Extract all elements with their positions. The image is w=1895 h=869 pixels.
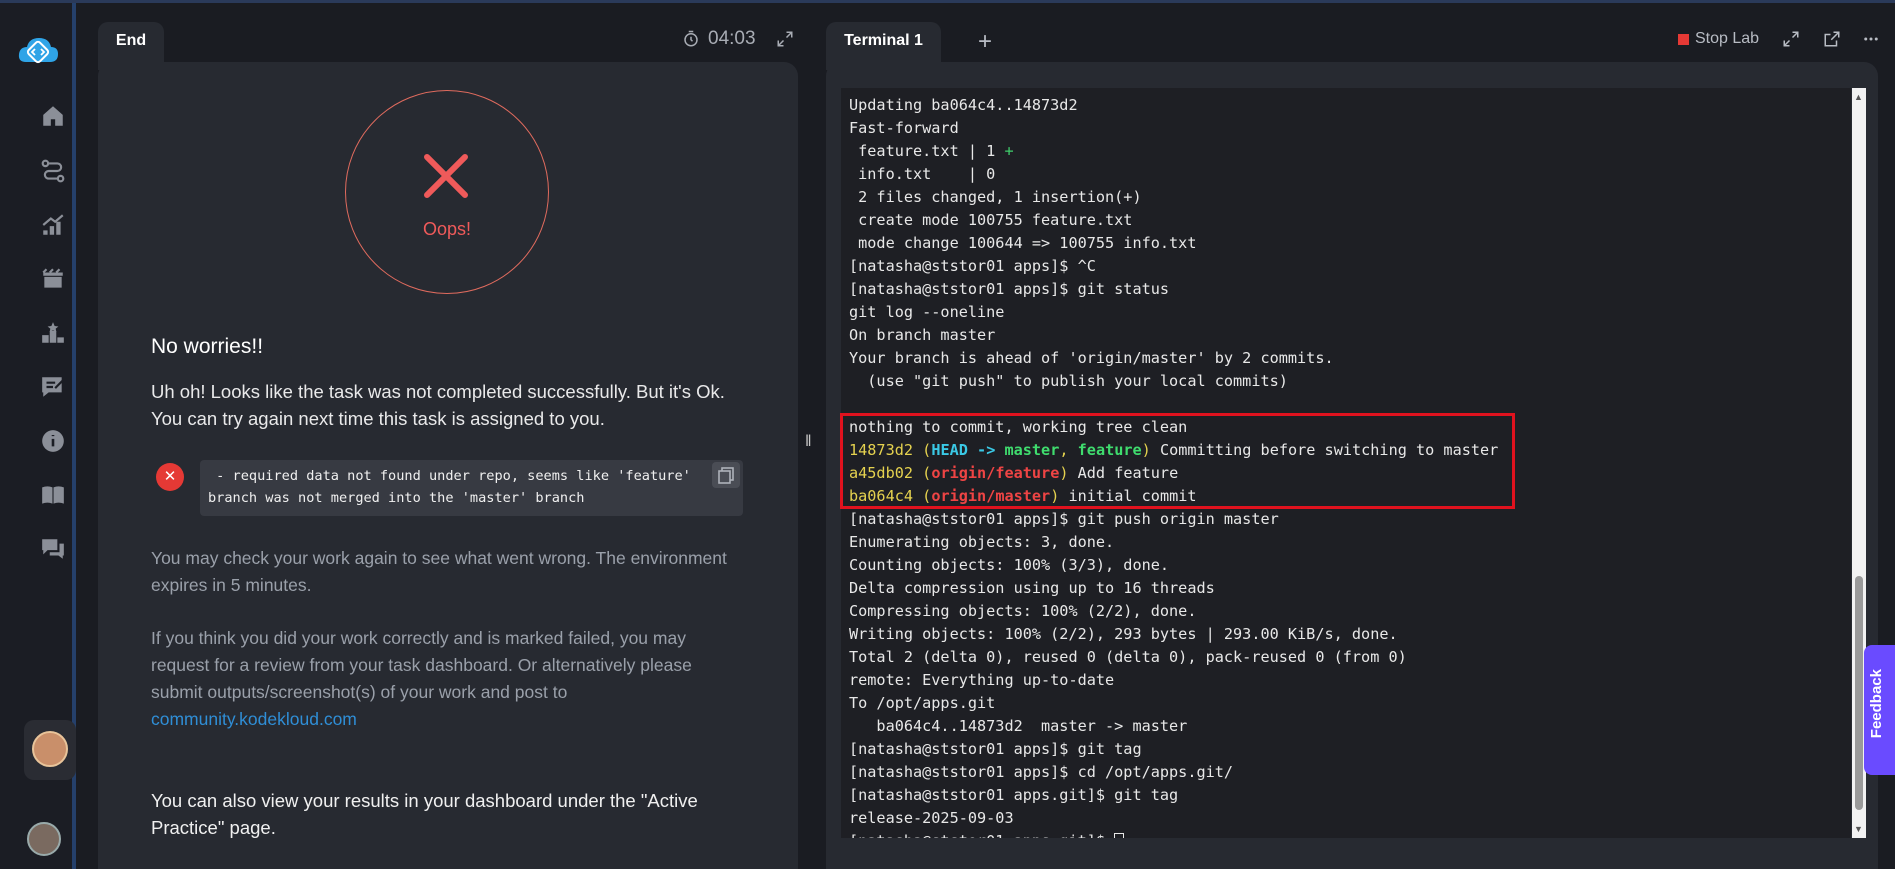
roadmap-icon[interactable] bbox=[40, 158, 66, 184]
terminal-line: [natasha@ststor01 apps]$ ^C bbox=[849, 257, 1096, 275]
stop-lab-label: Stop Lab bbox=[1695, 30, 1760, 47]
terminal-line: Your branch is ahead of 'origin/master' … bbox=[849, 349, 1334, 367]
leaderboard-icon[interactable] bbox=[40, 320, 66, 346]
tab-terminal-1[interactable]: Terminal 1 bbox=[826, 22, 941, 70]
terminal-line: ba064c4..14873d2 master -> master bbox=[849, 717, 1188, 735]
terminal-line: release-2025-09-03 bbox=[849, 809, 1014, 827]
terminal-line: Delta compression using up to 16 threads bbox=[849, 579, 1215, 597]
terminal-line: [natasha@ststor01 apps.git]$ bbox=[849, 830, 1498, 838]
top-border bbox=[0, 0, 1895, 3]
cursor bbox=[1114, 833, 1125, 838]
progress-icon[interactable] bbox=[40, 212, 66, 238]
timer: 04:03 bbox=[682, 28, 756, 50]
terminal-line: git log --oneline bbox=[849, 303, 1005, 321]
notes-icon[interactable] bbox=[40, 374, 66, 400]
terminal-line: Writing objects: 100% (2/2), 293 bytes |… bbox=[849, 625, 1398, 643]
error-close-icon: ✕ bbox=[156, 463, 184, 491]
kodekloud-logo-icon[interactable] bbox=[16, 32, 60, 72]
terminal-line: Updating ba064c4..14873d2 bbox=[849, 96, 1078, 114]
terminal-line: info.txt | 0 bbox=[849, 165, 996, 183]
scroll-thumb[interactable] bbox=[1855, 576, 1863, 810]
fail-x-icon bbox=[424, 154, 468, 198]
tab-end[interactable]: End bbox=[98, 22, 164, 70]
terminal-line: Compressing objects: 100% (2/2), done. bbox=[849, 602, 1197, 620]
mascot-avatar-image bbox=[32, 731, 68, 767]
mascot-avatar[interactable] bbox=[24, 720, 76, 780]
add-terminal-button[interactable]: + bbox=[978, 28, 992, 56]
stopwatch-icon bbox=[684, 30, 698, 47]
open-external-icon[interactable] bbox=[1823, 30, 1841, 48]
timer-value: 04:03 bbox=[708, 28, 756, 49]
terminal-line: [natasha@ststor01 apps]$ git push origin… bbox=[849, 510, 1279, 528]
terminal-line: Total 2 (delta 0), reused 0 (delta 0), p… bbox=[849, 648, 1407, 666]
expand-icon[interactable] bbox=[1782, 30, 1800, 48]
info-icon[interactable] bbox=[40, 428, 66, 454]
highlight-box bbox=[840, 413, 1515, 509]
dashboard-text: You can also view your results in your d… bbox=[151, 790, 698, 838]
chat-icon[interactable] bbox=[40, 536, 66, 562]
community-link[interactable]: community.kodekloud.com bbox=[151, 706, 731, 733]
oops-label: Oops! bbox=[422, 219, 472, 239]
more-icon[interactable] bbox=[1862, 30, 1880, 48]
resize-handle[interactable]: ‖ bbox=[805, 433, 815, 451]
home-icon[interactable] bbox=[40, 103, 66, 129]
review-text-body: If you think you did your work correctly… bbox=[151, 628, 692, 702]
copy-icon[interactable] bbox=[712, 462, 740, 488]
stop-lab-button[interactable]: Stop Lab bbox=[1678, 30, 1759, 48]
terminal-line: (use "git push" to publish your local co… bbox=[849, 372, 1288, 390]
terminal-line: [natasha@ststor01 apps]$ cd /opt/apps.gi… bbox=[849, 763, 1234, 781]
terminal-line: On branch master bbox=[849, 326, 996, 344]
review-text: If you think you did your work correctly… bbox=[151, 625, 731, 733]
feedback-button[interactable]: Feedback bbox=[1864, 645, 1895, 775]
check-work-text: You may check your work again to see wha… bbox=[151, 548, 727, 595]
scroll-up-icon[interactable]: ▲ bbox=[1854, 92, 1863, 102]
terminal-line: [natasha@ststor01 apps.git]$ git tag bbox=[849, 786, 1179, 804]
terminal-line: Enumerating objects: 3, done. bbox=[849, 533, 1115, 551]
terminal-line: To /opt/apps.git bbox=[849, 694, 996, 712]
terminal-line: remote: Everything up-to-date bbox=[849, 671, 1115, 689]
terminal-line: mode change 100644 => 100755 info.txt bbox=[849, 234, 1197, 252]
terminal-line: Fast-forward bbox=[849, 119, 959, 137]
expand-icon[interactable] bbox=[776, 30, 794, 48]
result-message: Uh oh! Looks like the task was not compl… bbox=[151, 381, 725, 429]
terminal-line: create mode 100755 feature.txt bbox=[849, 211, 1133, 229]
error-detail: - required data not found under repo, se… bbox=[200, 460, 743, 516]
user-avatar[interactable] bbox=[27, 822, 61, 856]
docs-icon[interactable] bbox=[40, 482, 66, 508]
terminal-line: 2 files changed, 1 insertion(+) bbox=[849, 188, 1142, 206]
terminal-line: [natasha@ststor01 apps]$ git status bbox=[849, 280, 1170, 298]
terminal-line: [natasha@ststor01 apps]$ git tag bbox=[849, 740, 1142, 758]
terminal-line: Counting objects: 100% (3/3), done. bbox=[849, 556, 1170, 574]
scroll-down-icon[interactable]: ▼ bbox=[1854, 824, 1863, 834]
labs-icon[interactable] bbox=[40, 266, 66, 292]
result-heading: No worries!! bbox=[151, 335, 264, 358]
stop-square-icon bbox=[1678, 33, 1689, 45]
feedback-label: Feedback bbox=[1868, 669, 1885, 739]
terminal-line: feature.txt | 1 + bbox=[849, 142, 1014, 160]
oops-badge: Oops! bbox=[345, 90, 549, 294]
